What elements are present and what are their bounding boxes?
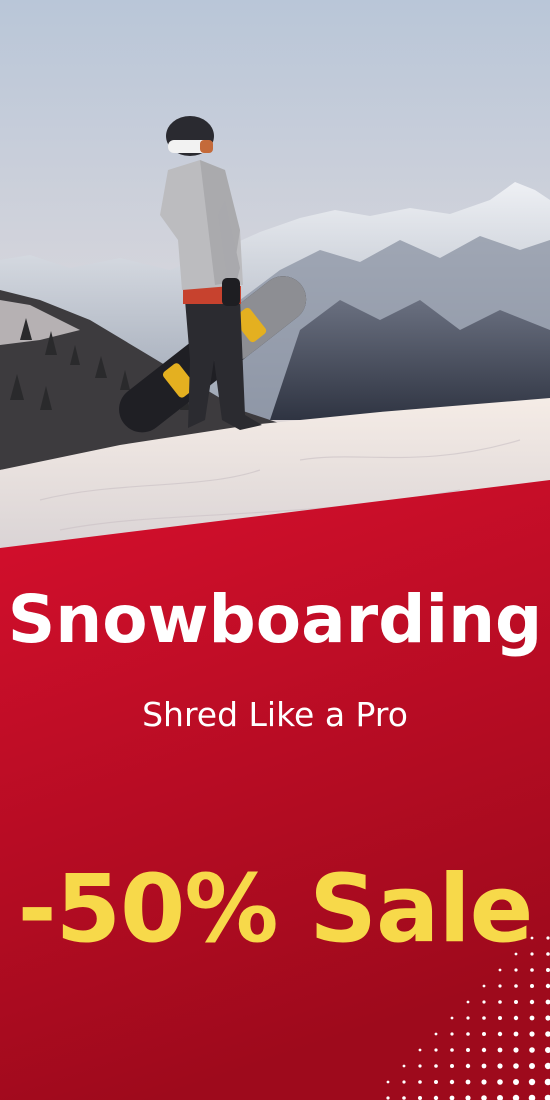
- pattern-dot: [514, 984, 518, 988]
- headline: Snowboarding: [7, 581, 543, 658]
- pattern-dot: [433, 1095, 439, 1100]
- pattern-dot: [481, 1047, 487, 1053]
- pattern-dot: [544, 1078, 550, 1086]
- pattern-dot: [481, 1063, 487, 1069]
- pattern-dot: [530, 936, 534, 940]
- pattern-dot: [466, 1016, 470, 1020]
- pattern-dot: [450, 1032, 454, 1036]
- pattern-dot: [498, 1000, 502, 1004]
- pattern-dot: [528, 1094, 536, 1100]
- pattern-dot: [498, 968, 502, 972]
- pattern-dot: [529, 1031, 535, 1037]
- pattern-dot: [513, 1079, 519, 1085]
- pattern-dot: [545, 983, 550, 989]
- pattern-dot: [418, 1080, 422, 1084]
- pattern-dot: [498, 1016, 502, 1020]
- pattern-dot: [544, 1094, 550, 1100]
- pattern-dot: [530, 952, 534, 956]
- promo-banner: Snowboarding Shred Like a Pro -50% Sale: [0, 0, 550, 1100]
- pattern-dot: [545, 1015, 550, 1021]
- pattern-dot: [482, 1032, 486, 1036]
- pattern-dot: [386, 1096, 390, 1100]
- pattern-dot: [466, 1000, 470, 1004]
- pattern-dot: [434, 1032, 438, 1036]
- pattern-dot: [497, 1047, 503, 1053]
- pattern-dot: [528, 1078, 536, 1086]
- pattern-dot: [544, 1062, 550, 1070]
- pattern-dot: [402, 1064, 406, 1068]
- pattern-dot: [481, 1095, 487, 1100]
- pattern-dot: [402, 1096, 406, 1100]
- pattern-dot: [449, 1079, 455, 1085]
- pattern-dot: [497, 1095, 503, 1100]
- pattern-dot: [497, 1063, 503, 1069]
- pattern-dot: [529, 1015, 535, 1021]
- pattern-dot: [450, 1016, 454, 1020]
- pattern-dot: [434, 1080, 438, 1084]
- pattern-dot: [418, 1096, 422, 1100]
- tagline: Shred Like a Pro: [142, 695, 408, 734]
- pattern-dot: [514, 952, 518, 956]
- pattern-dot: [546, 952, 550, 956]
- pattern-dot: [465, 1063, 471, 1069]
- pattern-dot: [545, 1047, 550, 1053]
- pattern-dot: [513, 1047, 519, 1053]
- pattern-dot: [481, 1079, 487, 1085]
- pattern-dot: [434, 1048, 438, 1052]
- pattern-dot: [450, 1048, 454, 1052]
- pattern-dot: [529, 1063, 535, 1069]
- pattern-dot: [482, 1000, 486, 1004]
- pattern-dot: [465, 1095, 471, 1100]
- pattern-dot: [546, 968, 550, 972]
- pattern-dot: [512, 1094, 520, 1100]
- pattern-dot: [497, 1031, 503, 1037]
- pattern-dot: [514, 1000, 518, 1004]
- pattern-dot: [513, 1015, 519, 1021]
- pattern-dot: [466, 1048, 470, 1052]
- pattern-dot: [514, 968, 518, 972]
- pattern-dot: [450, 1064, 454, 1068]
- dot-pattern-icon: [380, 930, 550, 1100]
- pattern-dot: [530, 968, 534, 972]
- pattern-dot: [529, 999, 535, 1005]
- pattern-dot: [482, 1016, 486, 1020]
- pattern-dot: [530, 984, 534, 988]
- pattern-dot: [418, 1064, 422, 1068]
- pattern-dot: [418, 1048, 422, 1052]
- pattern-dot: [402, 1080, 406, 1084]
- pattern-dot: [498, 984, 502, 988]
- pattern-dot: [466, 1032, 470, 1036]
- pattern-dot: [497, 1079, 503, 1085]
- pattern-dot: [386, 1080, 390, 1084]
- pattern-dot: [529, 1047, 535, 1053]
- pattern-dot: [545, 999, 550, 1005]
- pattern-dot: [513, 1031, 519, 1037]
- pattern-dot: [482, 984, 486, 988]
- pattern-dot: [465, 1079, 471, 1085]
- pattern-dot: [449, 1095, 455, 1100]
- pattern-dot: [513, 1063, 519, 1069]
- pattern-dot: [545, 1031, 550, 1037]
- pattern-dot: [546, 936, 550, 940]
- pattern-dot: [434, 1064, 438, 1068]
